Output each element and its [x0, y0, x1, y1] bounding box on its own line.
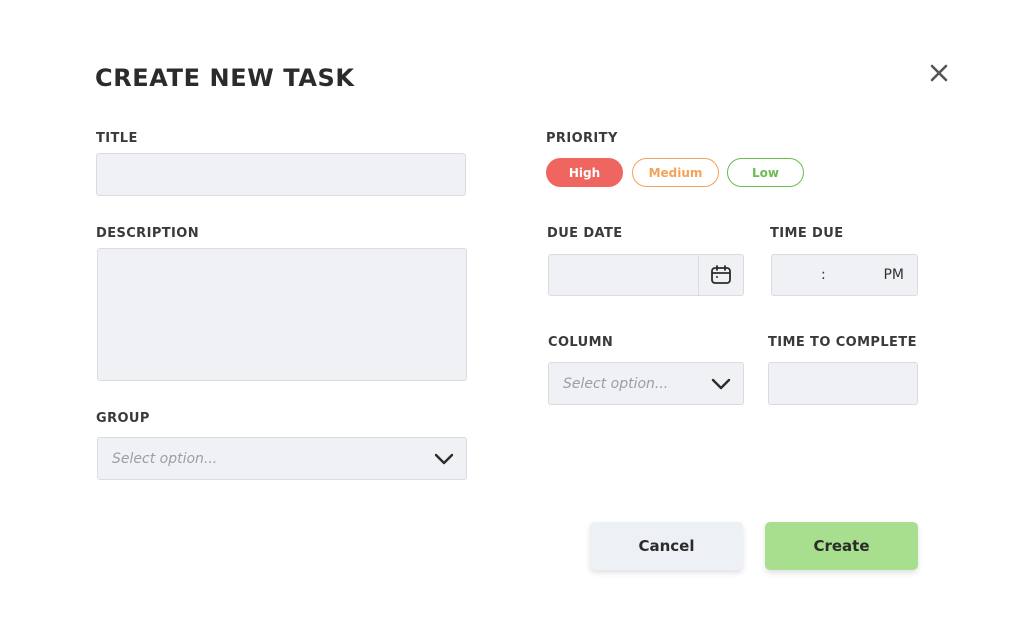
due-date-input[interactable] — [548, 254, 744, 296]
group-select[interactable]: Select option... — [97, 437, 467, 480]
time-ampm-toggle[interactable]: PM — [883, 255, 904, 295]
group-label: GROUP — [96, 411, 150, 426]
close-button[interactable] — [926, 60, 952, 86]
create-task-modal: CREATE NEW TASK TITLE DESCRIPTION GROUP … — [0, 0, 1015, 640]
close-icon — [930, 64, 948, 82]
description-textarea[interactable] — [97, 248, 467, 381]
priority-high-button[interactable]: High — [546, 158, 623, 187]
time-due-input[interactable]: : PM — [771, 254, 918, 296]
chevron-down-icon — [711, 378, 731, 389]
title-input[interactable] — [96, 153, 466, 196]
priority-label: PRIORITY — [546, 131, 618, 146]
modal-title: CREATE NEW TASK — [95, 64, 355, 92]
time-to-complete-input[interactable] — [768, 362, 918, 405]
column-label: COLUMN — [548, 335, 614, 350]
group-select-placeholder: Select option... — [112, 450, 218, 467]
time-to-complete-label: TIME TO COMPLETE — [768, 335, 917, 350]
time-separator: : — [821, 267, 826, 283]
cancel-button[interactable]: Cancel — [590, 522, 743, 570]
due-date-label: DUE DATE — [547, 226, 623, 241]
create-button[interactable]: Create — [765, 522, 918, 570]
column-select-placeholder: Select option... — [563, 375, 669, 392]
chevron-down-icon — [434, 453, 454, 464]
priority-low-button[interactable]: Low — [727, 158, 804, 187]
time-due-label: TIME DUE — [770, 226, 844, 241]
calendar-icon[interactable] — [710, 264, 732, 286]
due-date-divider — [698, 255, 699, 295]
description-label: DESCRIPTION — [96, 226, 199, 241]
column-select[interactable]: Select option... — [548, 362, 744, 405]
priority-medium-button[interactable]: Medium — [632, 158, 719, 187]
title-label: TITLE — [96, 131, 138, 146]
